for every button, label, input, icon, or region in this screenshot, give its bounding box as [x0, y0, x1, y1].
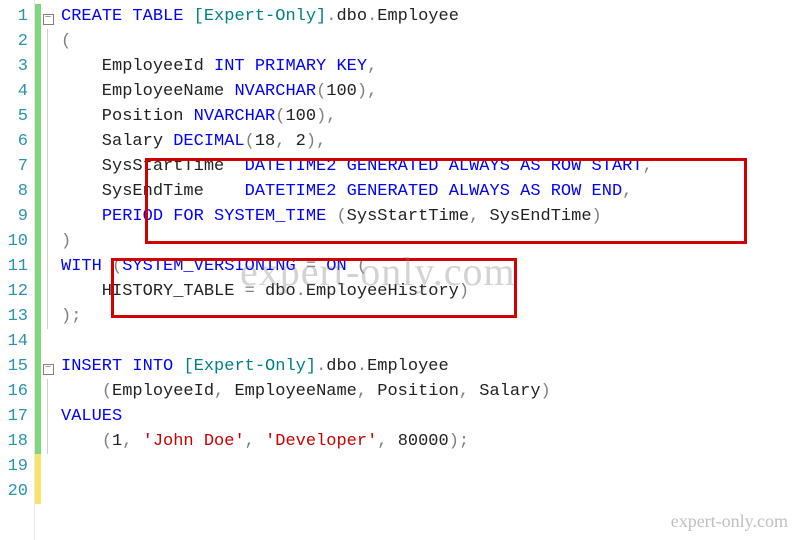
- line-number: 16: [0, 379, 30, 404]
- line-number: 14: [0, 329, 30, 354]
- line-number: 18: [0, 429, 30, 454]
- code-line: PERIOD FOR SYSTEM_TIME (SysStartTime, Sy…: [61, 204, 800, 229]
- code-line: (1, 'John Doe', 'Developer', 80000);: [61, 429, 800, 454]
- code-line: ): [61, 229, 800, 254]
- code-line: Position NVARCHAR(100),: [61, 104, 800, 129]
- fold-toggle-icon[interactable]: −: [43, 14, 54, 25]
- fold-toggle-icon[interactable]: −: [43, 364, 54, 375]
- line-number: 5: [0, 104, 30, 129]
- line-number-gutter: 1 2 3 4 5 6 7 8 9 10 11 12 13 14 15 16 1…: [0, 0, 35, 540]
- code-line: EmployeeName NVARCHAR(100),: [61, 79, 800, 104]
- code-line: CREATE TABLE [Expert-Only].dbo.Employee: [61, 4, 800, 29]
- line-number: 2: [0, 29, 30, 54]
- line-number: 17: [0, 404, 30, 429]
- line-number: 8: [0, 179, 30, 204]
- code-line: WITH (SYSTEM_VERSIONING = ON (: [61, 254, 800, 279]
- line-number: 19: [0, 454, 30, 479]
- code-line: (EmployeeId, EmployeeName, Position, Sal…: [61, 379, 800, 404]
- code-line: );: [61, 304, 800, 329]
- line-number: 7: [0, 154, 30, 179]
- code-editor: 1 2 3 4 5 6 7 8 9 10 11 12 13 14 15 16 1…: [0, 0, 800, 540]
- code-line: Salary DECIMAL(18, 2),: [61, 129, 800, 154]
- line-number: 4: [0, 79, 30, 104]
- code-line: VALUES: [61, 404, 800, 429]
- line-number: 13: [0, 304, 30, 329]
- line-number: 3: [0, 54, 30, 79]
- code-line: HISTORY_TABLE = dbo.EmployeeHistory): [61, 279, 800, 304]
- code-line: SysEndTime DATETIME2 GENERATED ALWAYS AS…: [61, 179, 800, 204]
- line-number: 6: [0, 129, 30, 154]
- code-line: [61, 329, 800, 354]
- fold-column: − −: [41, 0, 55, 540]
- line-number: 15: [0, 354, 30, 379]
- code-line: SysStartTime DATETIME2 GENERATED ALWAYS …: [61, 154, 800, 179]
- line-number: 10: [0, 229, 30, 254]
- line-number: 12: [0, 279, 30, 304]
- line-number: 9: [0, 204, 30, 229]
- code-line: INSERT INTO [Expert-Only].dbo.Employee: [61, 354, 800, 379]
- line-number: 11: [0, 254, 30, 279]
- line-number: 1: [0, 4, 30, 29]
- code-line: EmployeeId INT PRIMARY KEY,: [61, 54, 800, 79]
- code-area[interactable]: CREATE TABLE [Expert-Only].dbo.Employee …: [55, 0, 800, 540]
- line-number: 20: [0, 479, 30, 504]
- code-line: (: [61, 29, 800, 54]
